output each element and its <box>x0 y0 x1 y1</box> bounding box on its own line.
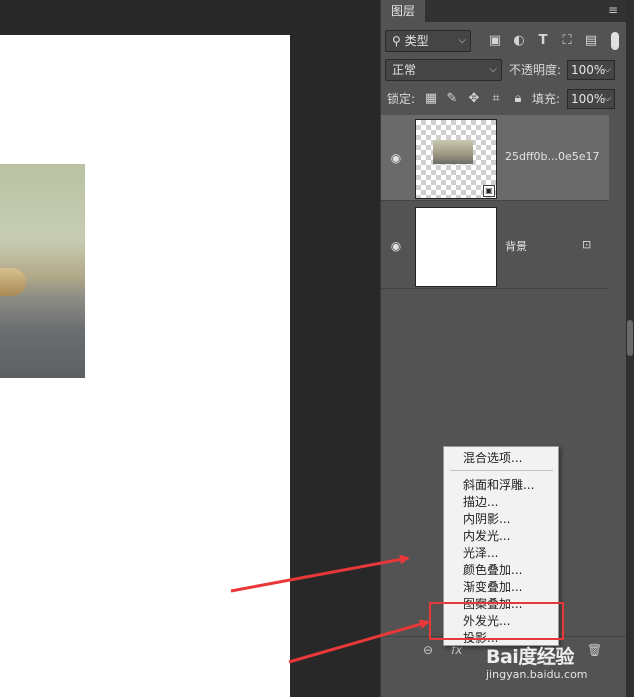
menu-item-bevel-emboss[interactable]: 斜面和浮雕... <box>463 477 534 494</box>
shape-filter-icon[interactable]: ⛶ <box>559 33 575 49</box>
chevron-down-icon[interactable]: ⌵ <box>604 61 611 79</box>
blend-row: 正常 ⌵ 不透明度: 100% ⌵ <box>381 59 627 83</box>
filter-kind-value: 类型 <box>404 34 429 48</box>
link-layers-icon[interactable]: ⊖ <box>423 643 433 657</box>
opacity-label: 不透明度: <box>509 63 562 77</box>
watermark-url: jingyan.baidu.com <box>486 668 588 681</box>
watermark-logo: Bai度经验 <box>486 646 574 668</box>
filter-toggle[interactable] <box>611 32 619 50</box>
opacity-value: 100% <box>571 63 606 77</box>
menu-item-inner-shadow[interactable]: 内阴影... <box>463 511 510 528</box>
smart-object-badge-icon: ▣ <box>483 185 495 197</box>
chevron-down-icon[interactable]: ⌵ <box>604 90 611 108</box>
layer-name[interactable]: 25dff0b...0e5e17 <box>505 150 600 163</box>
smart-object-filter-icon[interactable]: ▤ <box>583 33 599 49</box>
search-icon: ⚲ <box>392 34 405 48</box>
trash-icon[interactable]: 🗑︎ <box>587 643 602 657</box>
canvas-workspace[interactable] <box>0 0 380 697</box>
menu-item-inner-glow[interactable]: 内发光... <box>463 528 510 545</box>
menu-item-stroke[interactable]: 描边... <box>463 494 498 511</box>
menu-item-color-overlay[interactable]: 颜色叠加... <box>463 562 522 579</box>
menu-item-gradient-overlay[interactable]: 渐变叠加... <box>463 579 522 596</box>
photo-object <box>0 268 26 296</box>
layer-row[interactable]: ◉ 背景 ⊡ <box>381 203 609 289</box>
lock-icon: ⊡ <box>582 238 592 251</box>
highlight-box <box>429 602 564 640</box>
thumbnail-image <box>433 140 473 164</box>
layer-name[interactable]: 背景 <box>505 238 527 254</box>
lock-label: 锁定: <box>387 92 416 106</box>
chevron-down-icon: ⌵ <box>489 64 497 75</box>
scroll-thumb[interactable] <box>627 320 633 356</box>
lock-position-icon[interactable]: ✥ <box>466 91 482 107</box>
fill-label: 填充: <box>532 92 561 106</box>
placed-photo <box>0 164 85 378</box>
fill-input[interactable]: 100% ⌵ <box>567 89 615 109</box>
lock-transparency-icon[interactable]: ▦ <box>423 91 439 107</box>
opacity-input[interactable]: 100% ⌵ <box>567 60 615 80</box>
blend-mode-value: 正常 <box>392 63 417 77</box>
lock-all-icon[interactable]: 🔒︎ <box>510 91 526 107</box>
chevron-down-icon: ⌵ <box>458 35 466 46</box>
menu-item-satin[interactable]: 光泽... <box>463 545 498 562</box>
lock-row: 锁定: ▦ ✎ ✥ ⌗ 🔒︎ 填充: 100% ⌵ <box>381 88 627 112</box>
lock-image-icon[interactable]: ✎ <box>444 91 460 107</box>
layer-thumbnail[interactable] <box>415 207 497 287</box>
eye-icon[interactable]: ◉ <box>389 239 403 253</box>
layer-thumbnail[interactable]: ▣ <box>415 119 497 199</box>
menu-item-blending-options[interactable]: 混合选项... <box>463 450 522 467</box>
adjustment-filter-icon[interactable]: ◐ <box>511 33 527 49</box>
layer-row[interactable]: ◉ ▣ 25dff0b...0e5e17 <box>381 115 609 201</box>
panel-scrollbar[interactable] <box>626 0 634 697</box>
filter-row: ⚲ 类型 ⌵ ▣ ◐ T ⛶ ▤ <box>381 30 627 54</box>
blend-mode-select[interactable]: 正常 ⌵ <box>385 59 502 81</box>
hamburger-menu-icon[interactable]: ≡ <box>608 3 618 17</box>
panel-tab-bar: 图层 ≡ <box>381 0 626 22</box>
fill-value: 100% <box>571 92 606 106</box>
lock-artboard-icon[interactable]: ⌗ <box>488 91 504 107</box>
filter-kind-select[interactable]: ⚲ 类型 ⌵ <box>385 30 471 52</box>
document-canvas[interactable] <box>0 35 290 697</box>
image-filter-icon[interactable]: ▣ <box>487 33 503 49</box>
eye-icon[interactable]: ◉ <box>389 151 403 165</box>
menu-separator <box>450 470 553 471</box>
tab-layers[interactable]: 图层 <box>381 0 425 22</box>
type-filter-icon[interactable]: T <box>535 33 551 49</box>
